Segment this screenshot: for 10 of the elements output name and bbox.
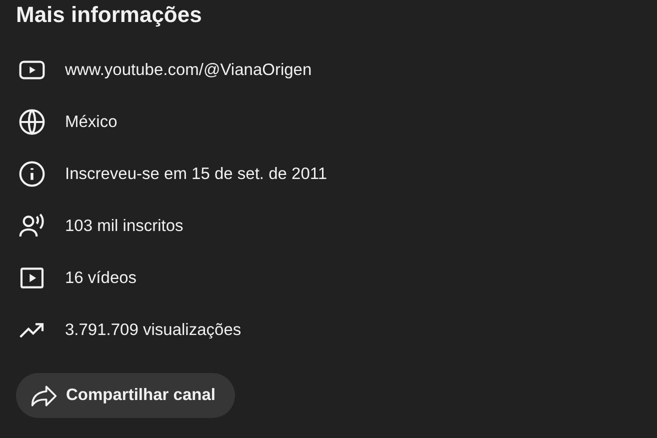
detail-text: 103 mil inscritos [65,216,184,236]
share-button[interactable]: Compartilhar canal [16,373,236,418]
section-title: Mais informações [16,1,203,28]
detail-text: www.youtube.com/@VianaOrigen [65,60,312,80]
globe-icon [18,108,46,136]
detail-text: México [65,112,118,132]
detail-text: Inscreveu-se em 15 de set. de 2011 [65,164,328,184]
info-icon [18,160,46,188]
detail-text: 16 vídeos [65,268,137,288]
detail-text: 3.791.709 visualizações [65,320,242,340]
